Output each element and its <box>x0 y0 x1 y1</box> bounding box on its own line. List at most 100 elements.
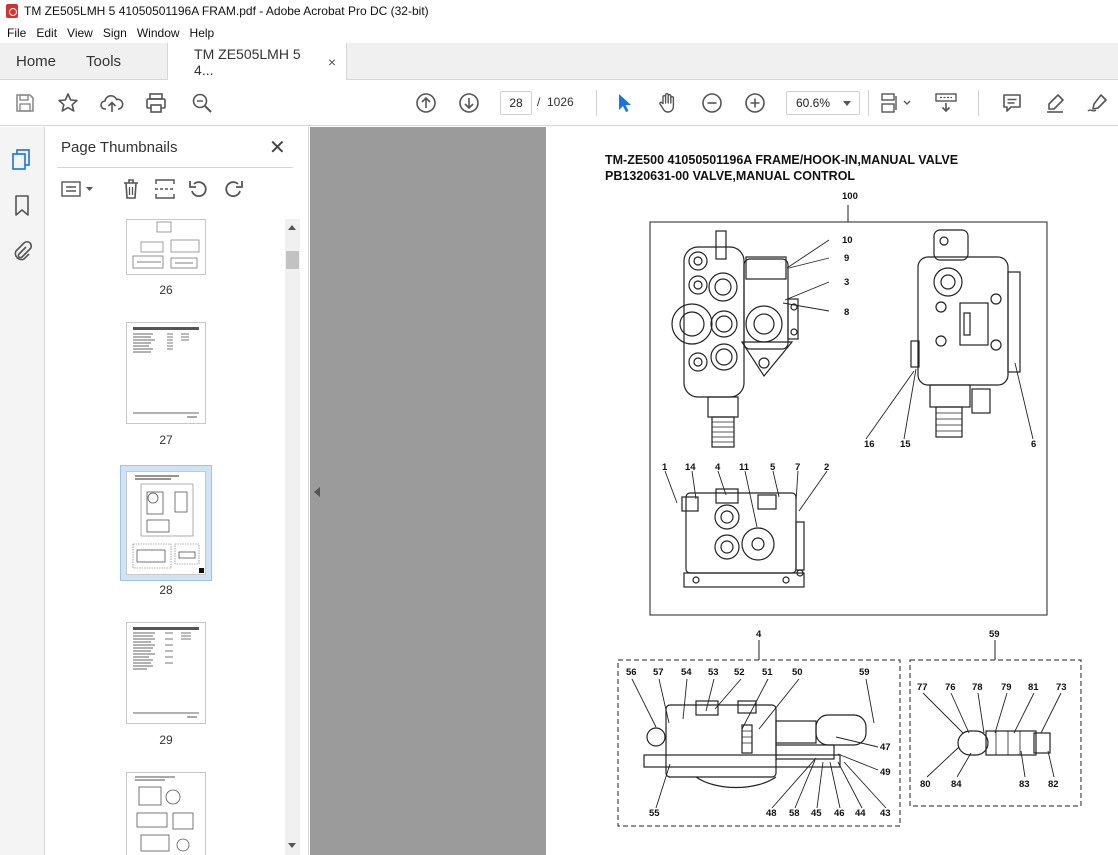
callout-label: 84 <box>951 779 962 790</box>
page-separator: / <box>537 95 541 109</box>
tab-home[interactable]: Home <box>0 43 70 79</box>
extract-icon[interactable] <box>153 177 177 201</box>
callout-label: 16 <box>864 439 875 450</box>
print-icon[interactable] <box>142 89 170 117</box>
callout-label: 45 <box>811 808 822 819</box>
pdf-page: TM-ZE500 41050501196A FRAME/HOOK-IN,MANU… <box>546 127 1118 855</box>
page-thumbnails-icon[interactable] <box>9 147 35 173</box>
toolbar-divider <box>978 90 979 116</box>
callout-label: 55 <box>649 808 660 819</box>
menu-edit[interactable]: Edit <box>31 26 62 40</box>
rotate-ccw-icon[interactable] <box>187 177 211 201</box>
callout-label: 49 <box>880 767 891 778</box>
rotate-cw-icon[interactable] <box>221 177 245 201</box>
close-icon[interactable]: ✕ <box>269 135 286 160</box>
page-thumbnail-30[interactable] <box>126 772 206 855</box>
callout-label: 15 <box>900 439 911 450</box>
select-arrow-icon[interactable] <box>610 89 638 117</box>
scroll-up-icon[interactable] <box>288 225 296 230</box>
callout-label: 100 <box>842 191 858 202</box>
sign-icon[interactable] <box>1084 89 1112 117</box>
callout-label: 10 <box>842 235 853 246</box>
menu-help[interactable]: Help <box>185 26 220 40</box>
tab-tools[interactable]: Tools <box>70 43 137 79</box>
callout-label: 53 <box>708 667 719 678</box>
tab-document[interactable]: TM ZE505LMH 5 4... × <box>167 43 348 81</box>
callout-label: 9 <box>844 253 849 264</box>
callout-label: 57 <box>653 667 664 678</box>
highlight-pen-icon[interactable] <box>1041 89 1069 117</box>
scroll-mode-icon[interactable] <box>932 89 960 117</box>
zoom-level-value: 60.6% <box>796 96 831 110</box>
menu-view[interactable]: View <box>62 26 98 40</box>
callout-label: 59 <box>859 667 870 678</box>
toolbar-divider <box>868 90 869 116</box>
callout-label: 80 <box>920 779 931 790</box>
callout-label: 52 <box>734 667 745 678</box>
hand-icon[interactable] <box>654 89 682 117</box>
callout-label: 8 <box>844 307 849 318</box>
parts-diagram: 100 10 9 3 8 16 15 6 1 14 4 11 5 7 2 4 5… <box>617 191 1082 827</box>
options-menu-icon[interactable] <box>59 177 95 201</box>
callout-label: 48 <box>766 808 777 819</box>
upload-icon[interactable] <box>98 89 126 117</box>
zoom-out-icon[interactable] <box>698 89 726 117</box>
callout-label: 14 <box>685 462 696 473</box>
thumbnail-scrollbar[interactable] <box>285 219 300 855</box>
tab-bar: Home Tools TM ZE505LMH 5 4... × <box>0 43 1118 81</box>
callout-label: 76 <box>945 682 956 693</box>
callout-label: 5 <box>770 462 776 473</box>
page-thumbnail-26[interactable] <box>126 219 206 275</box>
callout-label: 79 <box>1001 682 1012 693</box>
collapse-panel-icon[interactable] <box>314 487 320 497</box>
callout-label: 6 <box>1031 439 1036 450</box>
callout-label: 4 <box>715 462 721 473</box>
document-view[interactable]: TM-ZE500 41050501196A FRAME/HOOK-IN,MANU… <box>310 127 1118 855</box>
callout-label: 43 <box>880 808 891 819</box>
delete-icon[interactable] <box>119 177 143 201</box>
menu-file[interactable]: File <box>2 26 31 40</box>
left-navigation-rail <box>0 127 45 855</box>
panel-divider <box>57 167 293 168</box>
callout-label: 81 <box>1028 682 1039 693</box>
zoom-search-icon[interactable] <box>188 89 216 117</box>
scrollbar-thumb[interactable] <box>286 251 299 269</box>
main-toolbar: 28 / 1026 60.6% <box>0 80 1118 126</box>
callout-label: 78 <box>972 682 983 693</box>
page-fit-icon[interactable] <box>878 89 916 117</box>
zoom-level-select[interactable]: 60.6% <box>786 91 860 115</box>
thumbnail-label: 27 <box>159 433 173 447</box>
scroll-down-icon[interactable] <box>288 843 296 848</box>
callout-label: 2 <box>824 462 829 473</box>
page-thumbnail-28[interactable] <box>126 471 206 575</box>
window-title: TM ZE505LMH 5 41050501196A FRAM.pdf - Ad… <box>24 4 429 18</box>
page-thumbnails-panel: Page Thumbnails ✕ 26 27 28 29 <box>45 127 309 855</box>
menu-window[interactable]: Window <box>132 26 185 40</box>
callout-label: 83 <box>1019 779 1030 790</box>
comment-icon[interactable] <box>998 89 1026 117</box>
callout-label: 7 <box>795 462 800 473</box>
page-number-input[interactable]: 28 <box>500 91 532 115</box>
callout-label: 44 <box>855 808 866 819</box>
close-tab-icon[interactable]: × <box>328 54 336 70</box>
panel-title: Page Thumbnails <box>61 139 178 156</box>
menu-sign[interactable]: Sign <box>98 26 132 40</box>
page-up-icon[interactable] <box>412 89 440 117</box>
bookmarks-icon[interactable] <box>9 193 35 219</box>
zoom-in-icon[interactable] <box>741 89 769 117</box>
window-titlebar: TM ZE505LMH 5 41050501196A FRAM.pdf - Ad… <box>0 0 1118 22</box>
menu-bar: File Edit View Sign Window Help <box>0 22 1118 43</box>
callout-label: 58 <box>789 808 800 819</box>
thumbnail-label: 26 <box>159 283 173 297</box>
bookmark-star-icon[interactable] <box>54 89 82 117</box>
page-down-icon[interactable] <box>455 89 483 117</box>
callout-label: 56 <box>626 667 637 678</box>
save-icon[interactable] <box>11 89 39 117</box>
attachments-icon[interactable] <box>9 239 35 265</box>
chevron-down-icon <box>843 101 851 106</box>
callout-label: 82 <box>1048 779 1059 790</box>
page-thumbnail-27[interactable] <box>126 322 206 424</box>
page-thumbnail-29[interactable] <box>126 622 206 724</box>
callout-label: 77 <box>917 682 928 693</box>
thumbnail-label: 29 <box>159 733 173 747</box>
